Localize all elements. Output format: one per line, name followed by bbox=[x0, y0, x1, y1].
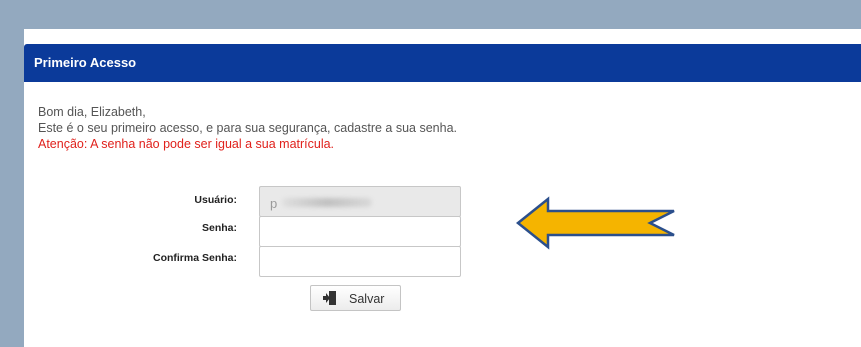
save-button[interactable]: Salvar bbox=[310, 285, 401, 311]
greeting-text: Bom dia, Elizabeth, bbox=[38, 105, 146, 119]
username-field: p bbox=[259, 186, 461, 217]
username-redaction bbox=[282, 198, 372, 207]
confirm-password-label: Confirma Senha: bbox=[152, 252, 237, 264]
warning-text: Atenção: A senha não pode ser igual a su… bbox=[38, 137, 335, 151]
username-value: p bbox=[270, 196, 278, 211]
info-text: Este é o seu primeiro acesso, e para sua… bbox=[38, 121, 457, 135]
password-field[interactable] bbox=[259, 216, 461, 247]
confirm-password-field[interactable] bbox=[259, 246, 461, 277]
username-label: Usuário: bbox=[194, 194, 237, 206]
panel-title: Primeiro Acesso bbox=[34, 55, 137, 70]
sign-in-icon bbox=[323, 291, 336, 305]
save-button-label: Salvar bbox=[349, 292, 385, 306]
left-arrow-icon bbox=[516, 196, 675, 250]
first-access-panel: Primeiro Acesso Bom dia, Elizabeth, Este… bbox=[24, 29, 861, 347]
panel-header: Primeiro Acesso bbox=[24, 44, 861, 82]
password-label: Senha: bbox=[201, 222, 237, 234]
